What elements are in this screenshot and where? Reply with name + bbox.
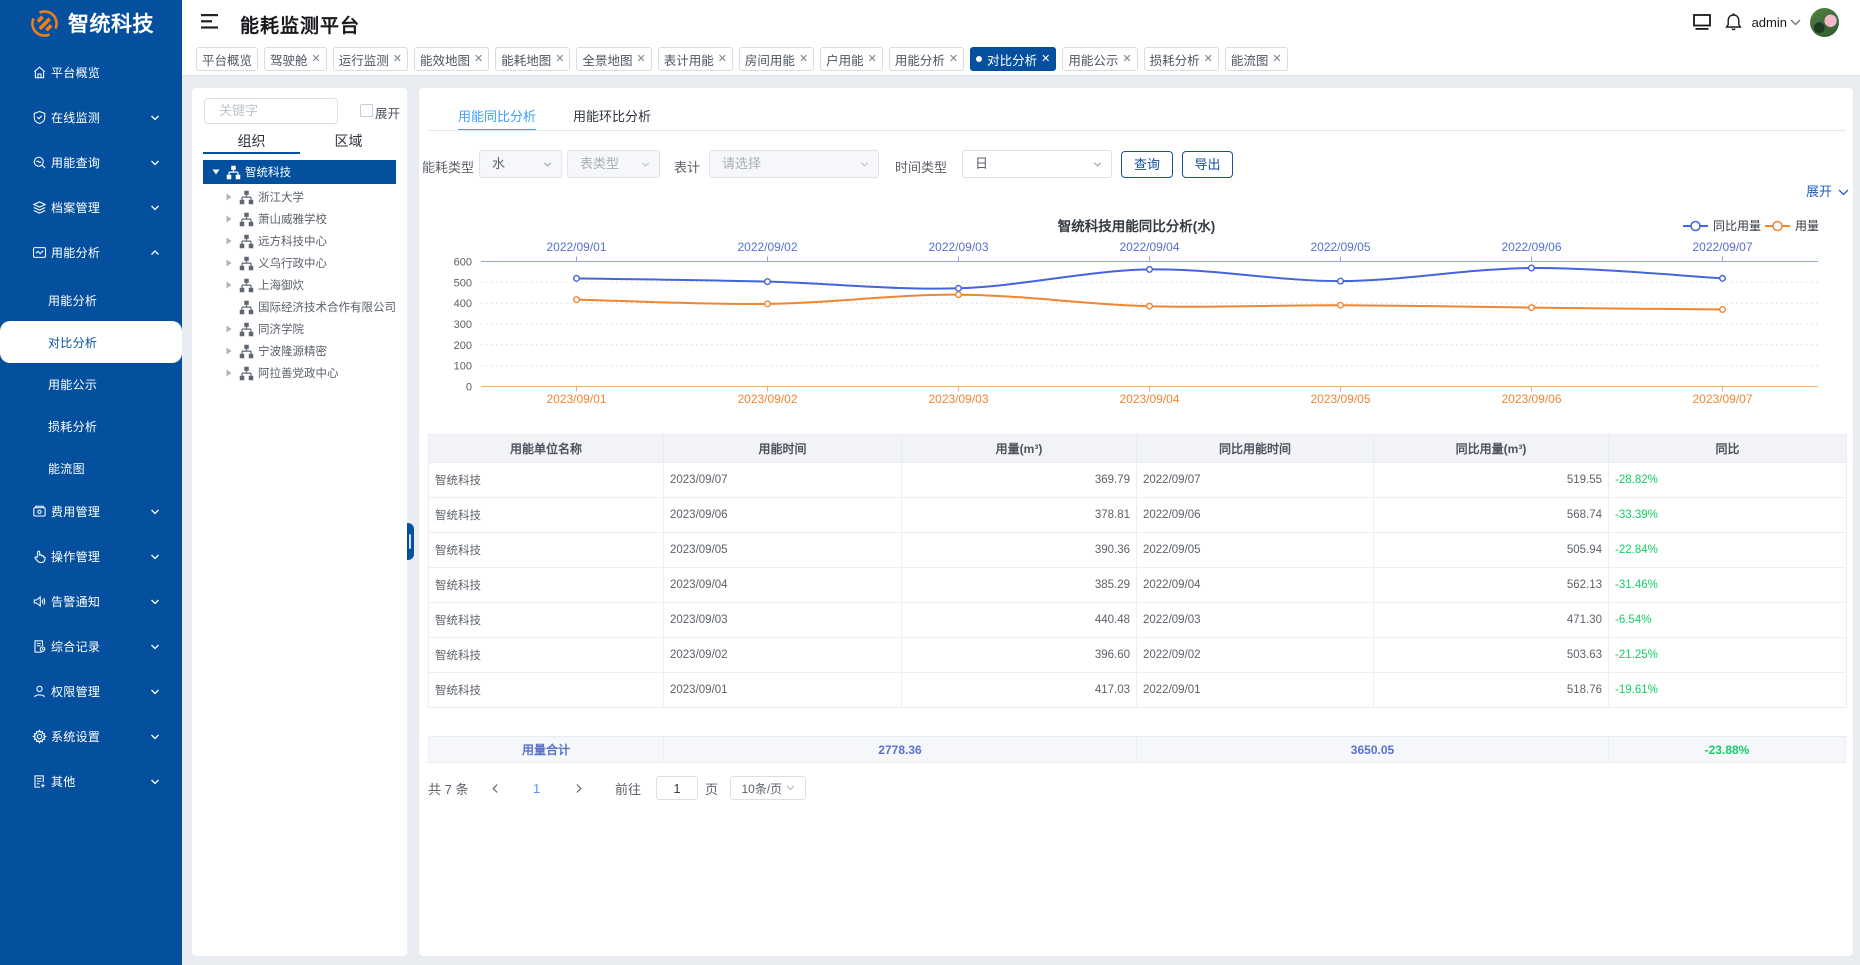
- svg-text:智统科技用能同比分析(水): 智统科技用能同比分析(水): [1058, 218, 1216, 234]
- svg-text:2022/09/01: 2022/09/01: [546, 240, 606, 254]
- svg-text:2023/09/03: 2023/09/03: [928, 392, 988, 406]
- svg-text:200: 200: [454, 340, 472, 352]
- svg-text:2022/09/06: 2022/09/06: [1501, 240, 1561, 254]
- svg-text:同比用量: 同比用量: [1713, 219, 1761, 233]
- svg-text:2023/09/02: 2023/09/02: [737, 392, 797, 406]
- svg-text:2023/09/05: 2023/09/05: [1310, 392, 1370, 406]
- svg-text:0: 0: [466, 382, 472, 394]
- svg-text:400: 400: [454, 298, 472, 310]
- svg-text:100: 100: [454, 361, 472, 373]
- svg-text:500: 500: [454, 277, 472, 289]
- svg-text:2022/09/04: 2022/09/04: [1119, 240, 1179, 254]
- svg-text:2023/09/01: 2023/09/01: [546, 392, 606, 406]
- svg-text:2022/09/05: 2022/09/05: [1310, 240, 1370, 254]
- svg-text:2023/09/07: 2023/09/07: [1692, 392, 1752, 406]
- svg-text:2023/09/06: 2023/09/06: [1501, 392, 1561, 406]
- svg-text:2022/09/07: 2022/09/07: [1692, 240, 1752, 254]
- svg-text:600: 600: [454, 257, 472, 269]
- svg-text:300: 300: [454, 319, 472, 331]
- svg-text:2023/09/04: 2023/09/04: [1119, 392, 1179, 406]
- svg-text:用量: 用量: [1795, 219, 1819, 233]
- svg-text:2022/09/03: 2022/09/03: [928, 240, 988, 254]
- svg-text:2022/09/02: 2022/09/02: [737, 240, 797, 254]
